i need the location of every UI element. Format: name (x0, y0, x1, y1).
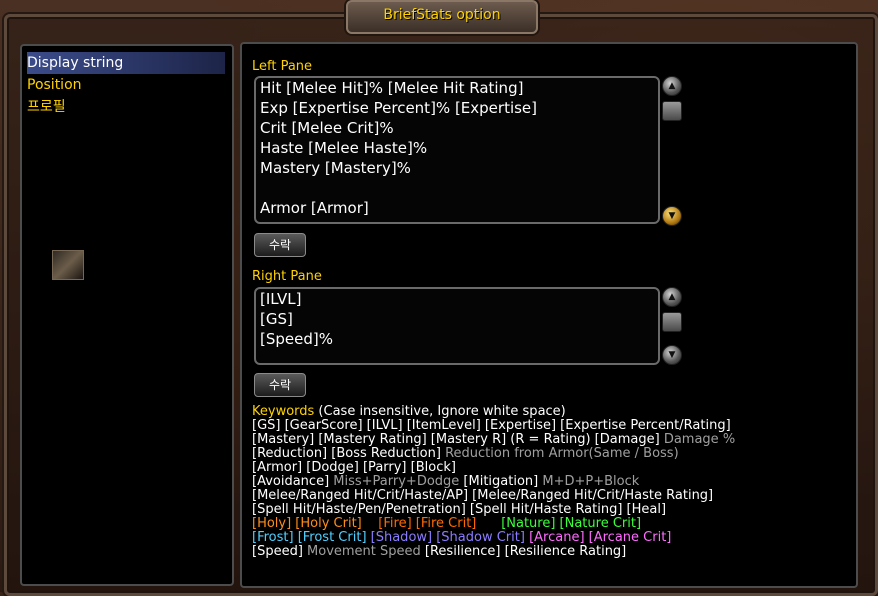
left-pane-label: Left Pane (252, 59, 313, 74)
right-pane-editbox[interactable]: [ILVL] [GS] [Speed]% (254, 287, 660, 365)
character-portrait-icon (52, 250, 84, 280)
keyword-text: [Avoidance] (252, 474, 334, 489)
keywords-help: Keywords (Case insensitive, Ignore white… (252, 405, 852, 559)
sidebar-item-profile[interactable]: 프로필 (27, 96, 225, 118)
right-pane-label: Right Pane (252, 269, 322, 284)
category-sidebar: Display string Position 프로필 (20, 44, 234, 586)
left-pane-editbox[interactable]: Hit [Melee Hit]% [Melee Hit Rating] Exp … (254, 76, 660, 224)
right-pane-line: [ILVL] (260, 290, 302, 308)
left-pane-line: Haste [Melee Haste]% (260, 139, 428, 157)
sidebar-item-display-string[interactable]: Display string (27, 52, 225, 74)
keyword-text: [Resilience] [Resilience Rating] (420, 544, 627, 559)
left-scroll-up-icon[interactable]: ▲ (662, 76, 682, 96)
keyword-fire: [Fire] [Fire Crit] (378, 516, 477, 531)
window-title-tab[interactable]: BriefStats option (346, 0, 538, 34)
right-scroll-thumb[interactable] (662, 312, 682, 332)
keyword-text: [Speed] (252, 544, 308, 559)
keyword-frost: [Frost] [Frost Crit] (252, 530, 367, 545)
keyword-text: [Mastery] [Mastery Rating] [Mastery R] (… (252, 432, 664, 447)
right-scroll-down-icon[interactable]: ▼ (662, 345, 682, 365)
left-scroll-down-icon[interactable]: ▼ (662, 206, 682, 226)
left-pane-line: Armor [Armor] (260, 199, 369, 217)
keywords-note: (Case insensitive, Ignore white space) (314, 404, 566, 419)
keyword-description: M+D+P+Block (542, 474, 640, 489)
keyword-description: Miss+Parry+Dodge (333, 474, 460, 489)
keyword-text: [Mitigation] (459, 474, 543, 489)
right-scroll-up-icon[interactable]: ▲ (662, 287, 682, 307)
right-accept-button[interactable]: 수락 (254, 373, 306, 397)
keyword-text: [Reduction] [Boss Reduction] (252, 446, 446, 461)
right-pane-line: [GS] (260, 310, 293, 328)
right-pane-line: [Speed]% (260, 330, 333, 348)
keyword-arcane: [Arcane] [Arcane Crit] (529, 530, 672, 545)
keyword-row: [GS] [GearScore] [ILVL] [ItemLevel] [Exp… (252, 418, 731, 433)
left-pane-line (256, 178, 658, 198)
keyword-holy: [Holy] [Holy Crit] (252, 516, 362, 531)
keyword-row: [Melee/Ranged Hit/Crit/Haste/AP] [Melee/… (252, 488, 714, 503)
sidebar-item-label: Position (27, 77, 82, 93)
left-pane-line: Mastery [Mastery]% (260, 159, 411, 177)
left-scroll-thumb[interactable] (662, 101, 682, 121)
left-accept-button[interactable]: 수락 (254, 233, 306, 257)
left-pane-line: Hit [Melee Hit]% [Melee Hit Rating] (260, 79, 524, 97)
keyword-row: [Spell Hit/Haste/Pen/Penetration] [Spell… (252, 502, 667, 517)
display-string-panel: Left Pane Hit [Melee Hit]% [Melee Hit Ra… (240, 42, 858, 588)
keywords-heading: Keywords (252, 404, 315, 419)
keyword-description: Reduction from Armor(Same / Boss) (445, 446, 679, 461)
left-pane-line: Exp [Expertise Percent]% [Expertise] (260, 99, 538, 117)
keyword-description: Movement Speed (307, 544, 421, 559)
keyword-shadow: [Shadow] [Shadow Crit] (370, 530, 525, 545)
sidebar-item-label: 프로필 (27, 99, 66, 115)
keyword-row: [Armor] [Dodge] [Parry] [Block] (252, 460, 456, 475)
keyword-description: Damage % (663, 432, 736, 447)
keyword-nature: [Nature] [Nature Crit] (501, 516, 642, 531)
left-pane-line: Crit [Melee Crit]% (260, 119, 394, 137)
sidebar-item-label: Display string (27, 55, 124, 71)
sidebar-item-position[interactable]: Position (27, 74, 225, 96)
window-title: BriefStats option (383, 7, 501, 23)
